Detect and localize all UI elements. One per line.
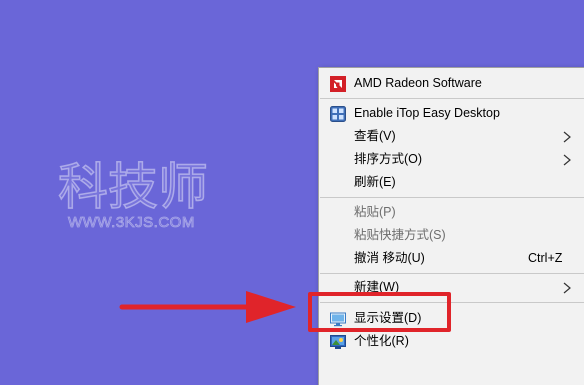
- itop-easy-desktop-icon: [330, 106, 346, 122]
- menu-item-label: AMD Radeon Software: [354, 76, 482, 90]
- menu-item-paste-shortcut[interactable]: 粘贴快捷方式(S): [319, 224, 584, 247]
- menu-item-undo-move[interactable]: 撤消 移动(U) Ctrl+Z: [319, 247, 584, 270]
- menu-item-shortcut: Ctrl+Z: [528, 251, 563, 265]
- menu-item-amd-radeon-software[interactable]: AMD Radeon Software: [319, 72, 584, 95]
- amd-radeon-icon: [330, 76, 346, 92]
- menu-item-label: Enable iTop Easy Desktop: [354, 106, 500, 120]
- personalize-icon: [330, 334, 346, 350]
- annotation-arrow: [119, 291, 296, 323]
- chevron-right-icon: [563, 154, 571, 166]
- menu-item-refresh[interactable]: 刷新(E): [319, 171, 584, 194]
- menu-item-label: 撤消 移动(U): [354, 251, 425, 265]
- watermark-logo: 科技师: [57, 157, 209, 217]
- desktop-context-menu: AMD Radeon Software Enable iTop Easy Des…: [318, 67, 584, 385]
- watermark: 科技师 WWW.3KJS.COM: [57, 157, 223, 238]
- menu-item-view[interactable]: 查看(V): [319, 125, 584, 148]
- menu-item-paste[interactable]: 粘贴(P): [319, 201, 584, 224]
- menu-separator: [320, 98, 584, 99]
- menu-item-label: 查看(V): [354, 129, 396, 143]
- chevron-right-icon: [563, 282, 571, 294]
- menu-item-label: 刷新(E): [354, 175, 396, 189]
- annotation-highlight-box: [308, 292, 451, 332]
- chevron-right-icon: [563, 131, 571, 143]
- menu-separator: [320, 197, 584, 198]
- menu-item-enable-itop-easy-desktop[interactable]: Enable iTop Easy Desktop: [319, 102, 584, 125]
- menu-item-sort-by[interactable]: 排序方式(O): [319, 148, 584, 171]
- menu-item-personalize[interactable]: 个性化(R): [319, 330, 584, 353]
- menu-item-label: 粘贴快捷方式(S): [354, 228, 446, 242]
- menu-item-label: 排序方式(O): [354, 152, 423, 166]
- menu-separator: [320, 273, 584, 274]
- watermark-url: WWW.3KJS.COM: [68, 214, 195, 232]
- menu-item-label: 个性化(R): [354, 334, 409, 348]
- menu-item-label: 粘贴(P): [354, 205, 396, 219]
